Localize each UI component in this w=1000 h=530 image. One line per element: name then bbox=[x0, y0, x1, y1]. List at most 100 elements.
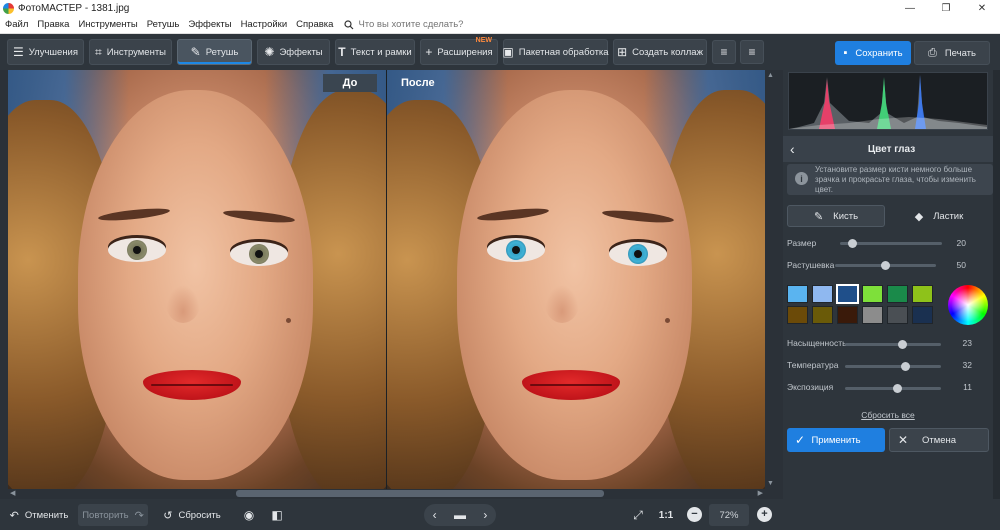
menu-settings[interactable]: Настройки bbox=[241, 19, 288, 30]
tab-effects-label: Эффекты bbox=[279, 46, 323, 58]
tab-extensions-label: Расширения bbox=[437, 46, 493, 58]
prev-image-icon[interactable]: ‹ bbox=[433, 508, 437, 522]
redo-icon: ↷ bbox=[134, 509, 144, 522]
window-title: ФотоМАСТЕР - 1381.jpg bbox=[18, 2, 130, 14]
scroll-thumb[interactable] bbox=[236, 490, 604, 497]
cancel-label: Отмена bbox=[921, 434, 957, 446]
menu-retouch[interactable]: Ретушь bbox=[147, 19, 180, 30]
color-swatch[interactable] bbox=[862, 285, 883, 303]
reset-all-link[interactable]: Сбросить все bbox=[783, 410, 993, 420]
fit-screen-icon[interactable]: ⤢ bbox=[627, 504, 649, 526]
floppy-icon: ▪ bbox=[843, 47, 848, 59]
color-swatch[interactable] bbox=[787, 306, 808, 324]
color-swatch[interactable] bbox=[912, 306, 933, 324]
mouth-line bbox=[151, 384, 233, 386]
color-swatch[interactable] bbox=[787, 285, 808, 303]
tab-text-frames-label: Текст и рамки bbox=[350, 46, 412, 58]
scroll-up-icon[interactable]: ▲ bbox=[767, 72, 774, 79]
saturation-value: 23 bbox=[962, 338, 972, 348]
tab-extensions[interactable]: + Расширения NEW bbox=[420, 37, 498, 65]
minimize-button[interactable]: — bbox=[892, 0, 928, 16]
color-swatch[interactable] bbox=[887, 285, 908, 303]
image-navigation: ‹ ▬ › bbox=[424, 504, 496, 526]
exposure-slider-thumb[interactable] bbox=[893, 384, 902, 393]
history-settings-button[interactable]: ≡ bbox=[740, 40, 764, 64]
size-slider[interactable] bbox=[840, 239, 942, 248]
iris bbox=[127, 240, 147, 260]
undo-icon: ↶ bbox=[9, 509, 19, 522]
bottom-bar: ↶ Отменить Повторить ↷ ↺ Сбросить ◉ ◧ ‹ … bbox=[0, 499, 1000, 530]
brush-label: Кисть bbox=[833, 210, 859, 222]
exposure-slider[interactable] bbox=[845, 384, 941, 393]
iris bbox=[249, 244, 269, 264]
close-button[interactable]: ✕ bbox=[964, 0, 1000, 16]
crop-icon: ⌗ bbox=[95, 45, 102, 59]
temperature-slider-thumb[interactable] bbox=[901, 362, 910, 371]
saturation-slider[interactable] bbox=[845, 340, 941, 349]
color-swatch[interactable] bbox=[862, 306, 883, 324]
apply-label: Применить bbox=[811, 434, 861, 446]
folder-icon[interactable]: ▬ bbox=[454, 508, 466, 522]
save-button[interactable]: ▪ Сохранить bbox=[835, 41, 911, 65]
feather-slider-thumb[interactable] bbox=[881, 261, 890, 270]
color-swatch[interactable] bbox=[887, 306, 908, 324]
cancel-button[interactable]: ✕ Отмена bbox=[889, 428, 989, 452]
redo-button[interactable]: Повторить ↷ bbox=[78, 504, 148, 526]
eraser-mode-button[interactable]: ◆ Ластик bbox=[889, 205, 989, 227]
apply-button[interactable]: ✓ Применить bbox=[787, 428, 885, 452]
tab-text-frames[interactable]: T Текст и рамки bbox=[335, 39, 415, 65]
tab-retouch[interactable]: ✎ Ретушь bbox=[177, 39, 252, 65]
menu-effects[interactable]: Эффекты bbox=[188, 19, 231, 30]
panel-scrollbar[interactable] bbox=[993, 70, 1000, 499]
back-arrow-icon[interactable]: ‹ bbox=[790, 141, 795, 157]
brush-mode-button[interactable]: ✎ Кисть bbox=[787, 205, 885, 227]
tab-collage[interactable]: ⊞ Создать коллаж bbox=[613, 39, 707, 65]
color-swatch[interactable] bbox=[812, 306, 833, 324]
preview-eye-icon[interactable]: ◉ bbox=[238, 504, 260, 526]
zoom-1-1-button[interactable]: 1:1 bbox=[654, 504, 678, 526]
maximize-button[interactable]: ❐ bbox=[928, 0, 964, 16]
compare-split-icon[interactable]: ◧ bbox=[266, 504, 288, 526]
menu-file[interactable]: Файл bbox=[5, 19, 28, 30]
eraser-label: Ластик bbox=[933, 210, 964, 222]
menu-edit[interactable]: Правка bbox=[37, 19, 69, 30]
saturation-slider-thumb[interactable] bbox=[898, 340, 907, 349]
menu-help[interactable]: Справка bbox=[296, 19, 333, 30]
temperature-label: Температура bbox=[787, 360, 839, 370]
color-swatch[interactable] bbox=[812, 285, 833, 303]
tab-batch[interactable]: ▣ Пакетная обработка bbox=[502, 39, 609, 65]
scroll-down-icon[interactable]: ▼ bbox=[767, 480, 774, 487]
before-photo: До bbox=[8, 70, 386, 489]
vertical-scrollbar[interactable]: ▲ ▼ bbox=[765, 70, 775, 489]
zoom-out-icon[interactable]: − bbox=[687, 507, 702, 522]
tab-batch-label: Пакетная обработка bbox=[518, 46, 609, 58]
scroll-right-icon[interactable]: ▶ bbox=[758, 489, 763, 497]
search-input[interactable] bbox=[358, 19, 489, 30]
tab-effects[interactable]: ✺ Эффекты bbox=[257, 39, 330, 65]
plus-icon: + bbox=[425, 45, 433, 59]
sparkle-icon: ✺ bbox=[264, 45, 275, 59]
undo-button[interactable]: ↶ Отменить bbox=[8, 504, 70, 526]
zoom-in-icon[interactable]: + bbox=[757, 507, 772, 522]
scroll-left-icon[interactable]: ◀ bbox=[10, 489, 15, 497]
reset-button[interactable]: ↺ Сбросить bbox=[162, 504, 222, 526]
histogram bbox=[788, 72, 988, 130]
menu-tools[interactable]: Инструменты bbox=[78, 19, 137, 30]
eye-right bbox=[230, 242, 288, 266]
color-swatch-selected[interactable] bbox=[836, 284, 859, 304]
feather-slider[interactable] bbox=[835, 261, 936, 270]
color-swatch[interactable] bbox=[837, 306, 858, 324]
tab-tools[interactable]: ⌗ Инструменты bbox=[89, 39, 172, 65]
color-swatch[interactable] bbox=[912, 285, 933, 303]
compare-settings-button[interactable]: ≡ bbox=[712, 40, 736, 64]
info-icon: i bbox=[795, 172, 808, 185]
temperature-slider[interactable] bbox=[845, 362, 941, 371]
zoom-value[interactable]: 72% bbox=[709, 504, 749, 526]
size-slider-thumb[interactable] bbox=[848, 239, 857, 248]
next-image-icon[interactable]: › bbox=[483, 508, 487, 522]
horizontal-scrollbar[interactable]: ◀ ▶ bbox=[8, 489, 765, 499]
print-button[interactable]: ⎙ Печать bbox=[914, 41, 990, 65]
tab-improvements[interactable]: ☰ Улучшения bbox=[7, 39, 84, 65]
image-canvas[interactable]: До После bbox=[8, 70, 765, 489]
color-wheel-picker[interactable] bbox=[948, 285, 988, 325]
